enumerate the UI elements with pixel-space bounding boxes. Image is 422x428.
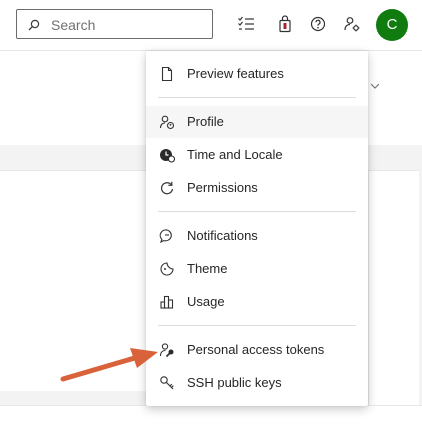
- clock-globe-icon: [160, 149, 175, 163]
- menu-item-label: SSH public keys: [187, 375, 282, 390]
- bar-chart-icon: [160, 295, 174, 309]
- menu-item-preview-features[interactable]: Preview features: [146, 58, 368, 90]
- refresh-icon: [160, 181, 174, 195]
- search-icon: [28, 19, 40, 31]
- menu-divider: [158, 211, 356, 212]
- menu-item-theme[interactable]: Theme: [146, 253, 368, 285]
- menu-item-label: Theme: [187, 261, 228, 276]
- annotation-arrow: [60, 348, 158, 382]
- user-settings-menu: Preview features Profile Time and Locale…: [146, 51, 368, 406]
- profile-icon: [159, 115, 175, 130]
- menu-item-notifications[interactable]: Notifications: [146, 220, 368, 252]
- menu-item-profile[interactable]: Profile: [146, 106, 368, 138]
- menu-item-label: Permissions: [187, 180, 258, 195]
- menu-item-ssh-public-keys[interactable]: SSH public keys: [146, 367, 368, 399]
- menu-item-usage[interactable]: Usage: [146, 286, 368, 318]
- menu-divider: [158, 325, 356, 326]
- search-input[interactable]: [49, 14, 208, 36]
- background-panel: [368, 170, 419, 406]
- shopping-bag-icon[interactable]: [276, 15, 294, 33]
- avatar[interactable]: C: [376, 9, 408, 41]
- top-bar: C: [0, 0, 422, 51]
- chat-bubble-icon: [159, 229, 172, 244]
- document-icon: [161, 66, 173, 82]
- user-settings-icon[interactable]: [343, 15, 361, 33]
- menu-item-label: Usage: [187, 294, 225, 309]
- menu-item-label: Time and Locale: [187, 147, 283, 162]
- task-list-icon[interactable]: [237, 15, 255, 33]
- menu-item-permissions[interactable]: Permissions: [146, 172, 368, 204]
- menu-item-personal-access-tokens[interactable]: Personal access tokens: [146, 334, 368, 366]
- menu-item-label: Profile: [187, 114, 224, 129]
- theme-icon: [160, 262, 174, 276]
- menu-item-time-and-locale[interactable]: Time and Locale: [146, 139, 368, 171]
- search-box[interactable]: [16, 9, 213, 39]
- menu-item-label: Notifications: [187, 228, 258, 243]
- help-icon[interactable]: [309, 15, 327, 33]
- menu-divider: [158, 97, 356, 98]
- chevron-down-icon: [370, 83, 380, 89]
- background-panel: [0, 405, 422, 428]
- menu-item-label: Preview features: [187, 66, 284, 81]
- menu-item-label: Personal access tokens: [187, 342, 325, 357]
